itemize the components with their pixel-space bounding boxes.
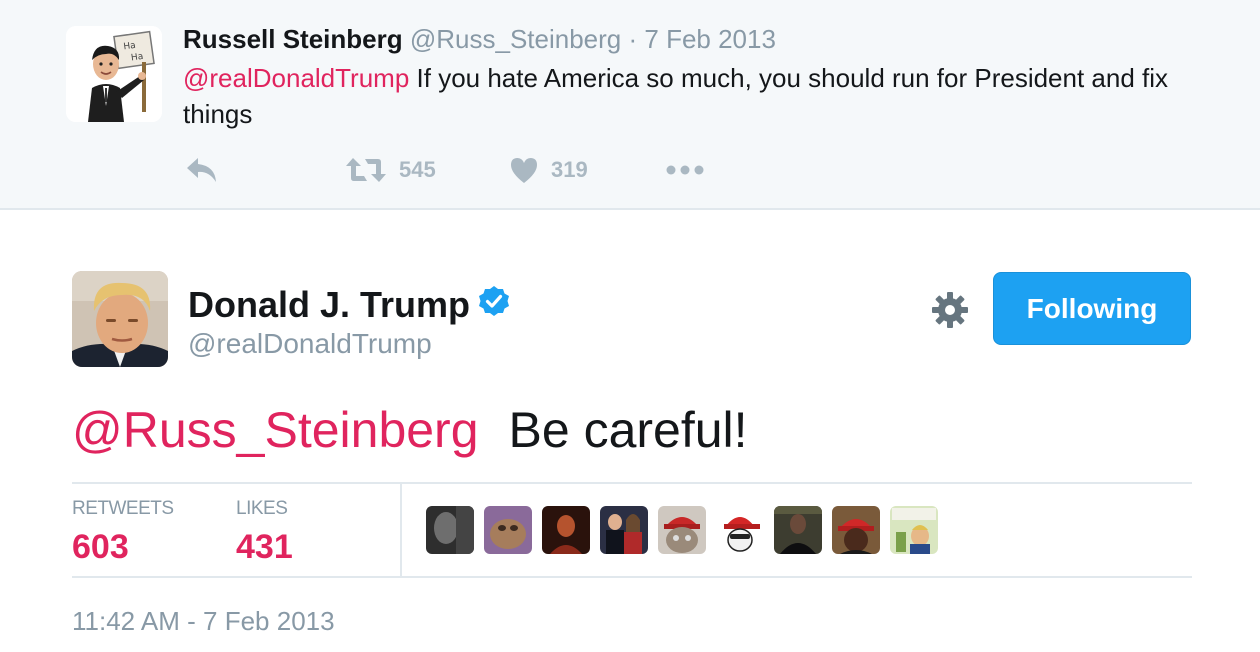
reply-icon (187, 158, 216, 182)
more-dots-icon (666, 165, 704, 175)
main-author-handle[interactable]: @realDonaldTrump (188, 328, 432, 360)
main-tweet-body: Be careful! (508, 402, 748, 458)
reply-author-avatar[interactable]: Ha Ha (66, 26, 162, 122)
stats-divider-top (72, 482, 1192, 484)
liker-avatar[interactable] (600, 506, 648, 554)
retweet-count: 545 (399, 157, 436, 182)
avatar-cartoon-icon: Ha Ha (66, 26, 162, 122)
reply-author-handle[interactable]: @Russ_Steinberg (410, 24, 621, 54)
retweets-value: 603 (72, 528, 129, 566)
reply-tweet-header: Russell Steinberg @Russ_Steinberg · 7 Fe… (183, 24, 776, 55)
liker-avatars (426, 506, 938, 554)
liker-avatar[interactable] (484, 506, 532, 554)
reply-tweet[interactable]: Ha Ha Russell Steinberg @Russ_Steinberg … (0, 0, 1260, 210)
main-author-name-row: Donald J. Trump (188, 284, 510, 326)
gear-icon (932, 292, 968, 328)
likes-label: LIKES (236, 498, 288, 519)
verified-badge-icon (478, 284, 510, 326)
main-mention-link[interactable]: @Russ_Steinberg (72, 402, 479, 458)
liker-avatar[interactable] (890, 506, 938, 554)
reply-tweet-text: @realDonaldTrump If you hate America so … (183, 60, 1193, 132)
retweets-label: RETWEETS (72, 498, 174, 519)
tweet-timestamp[interactable]: 11:42 AM - 7 Feb 2013 (72, 606, 335, 637)
stats-divider-bottom (72, 576, 1192, 578)
reply-tweet-date[interactable]: 7 Feb 2013 (644, 24, 776, 54)
svg-text:Ha: Ha (130, 52, 144, 64)
reply-author-name[interactable]: Russell Steinberg (183, 24, 403, 54)
user-actions-gear-button[interactable] (930, 290, 970, 330)
main-tweet-text: @Russ_Steinberg Be careful! (72, 398, 748, 462)
like-count: 319 (551, 157, 588, 182)
svg-text:Ha: Ha (123, 41, 137, 53)
liker-avatar[interactable] (542, 506, 590, 554)
retweet-button[interactable]: 545 (345, 150, 436, 190)
heart-icon (511, 158, 537, 183)
main-author-name[interactable]: Donald J. Trump (188, 284, 470, 326)
stats-divider-vertical (400, 484, 402, 576)
like-button[interactable]: 319 (509, 150, 588, 190)
main-author-avatar[interactable] (72, 271, 168, 367)
reply-tweet-actions: 545 319 (183, 150, 783, 190)
likes-value: 431 (236, 528, 293, 566)
reply-mention-link[interactable]: @realDonaldTrump (183, 63, 409, 93)
reply-button[interactable] (185, 150, 219, 190)
retweet-icon (346, 158, 386, 182)
liker-avatar[interactable] (658, 506, 706, 554)
more-button[interactable] (665, 150, 705, 190)
retweets-stat[interactable]: RETWEETS 603 (72, 498, 174, 567)
following-button[interactable]: Following (993, 272, 1191, 345)
avatar-portrait-icon (72, 271, 168, 367)
liker-avatar[interactable] (832, 506, 880, 554)
liker-avatar[interactable] (716, 506, 764, 554)
likes-stat[interactable]: LIKES 431 (236, 498, 293, 567)
header-separator: · (628, 24, 638, 54)
liker-avatar[interactable] (426, 506, 474, 554)
liker-avatar[interactable] (774, 506, 822, 554)
